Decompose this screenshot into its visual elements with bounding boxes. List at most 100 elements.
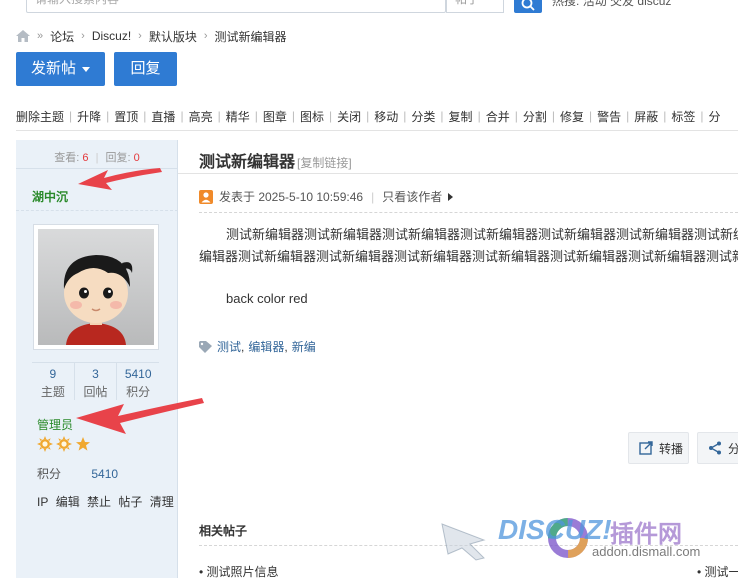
mod-stamp[interactable]: 图章 <box>263 108 287 125</box>
tag-link[interactable]: 测试 <box>217 338 241 355</box>
divider <box>178 173 738 174</box>
related-thread-link[interactable]: • 测试照片信息 <box>199 563 279 578</box>
annotation-arrow-icon <box>78 168 162 190</box>
mod-separator: | <box>69 109 73 123</box>
mod-copy[interactable]: 复制 <box>449 108 473 125</box>
search-bar: 请输入搜索内容 帖子 热搜: 活动 交友 discuz <box>0 0 738 14</box>
author-name[interactable]: 湖中沉 <box>32 188 68 205</box>
mod-separator: | <box>626 109 630 123</box>
search-icon <box>521 0 535 11</box>
hot-item[interactable]: 交友 <box>610 0 634 8</box>
admin-ip-link[interactable]: IP <box>37 495 48 509</box>
mod-merge[interactable]: 合并 <box>486 108 510 125</box>
mod-delete[interactable]: 删除主题 <box>16 108 64 125</box>
mod-repair[interactable]: 修复 <box>560 108 584 125</box>
share-label: 分 <box>728 441 738 456</box>
divider <box>16 210 178 211</box>
moderation-bar: 删除主题 | 升降 | 置顶 | 直播 | 高亮 | 精华 | 图章 | 图标 | 关闭 | 移动… <box>16 108 721 124</box>
mod-separator: | <box>254 109 258 123</box>
watermark-url: addon.dismall.com <box>592 544 701 559</box>
breadcrumb-separator: › <box>203 30 208 42</box>
repost-button[interactable]: 转播 <box>628 432 689 464</box>
avatar[interactable] <box>33 224 159 350</box>
mod-block[interactable]: 屏蔽 <box>634 108 658 125</box>
mod-separator: | <box>217 109 221 123</box>
admin-links: IP 编辑 禁止 帖子 清理 <box>37 493 178 510</box>
post-text-line: 编辑器测试新编辑器测试新编辑器测试新编辑器测试新编辑器测试新编辑器测试新编辑器测… <box>199 249 738 264</box>
hot-item[interactable]: 活动 <box>583 0 607 8</box>
repost-icon <box>639 441 653 455</box>
thread-title-text: 测试新编辑器 <box>199 154 296 171</box>
breadcrumb: » 论坛 › Discuz! › 默认版块 › 测试新编辑器 <box>16 27 287 45</box>
breadcrumb-item[interactable]: 论坛 <box>50 28 74 45</box>
new-post-label: 发新帖 <box>30 60 76 77</box>
mod-bump[interactable]: 升降 <box>77 108 101 125</box>
share-button[interactable]: 分 <box>697 432 738 464</box>
hot-searches: 热搜: 活动 交友 discuz <box>552 0 671 9</box>
user-icon <box>199 189 213 204</box>
points-label: 积分 <box>37 467 62 481</box>
mod-separator: | <box>700 109 704 123</box>
tag-link[interactable]: 新编 <box>292 338 316 355</box>
breadcrumb-item[interactable]: 测试新编辑器 <box>215 28 287 45</box>
mod-tags[interactable]: 标签 <box>671 108 695 125</box>
avatar-image <box>38 229 154 345</box>
mod-sticky[interactable]: 置顶 <box>114 108 138 125</box>
mod-close[interactable]: 关闭 <box>337 108 361 125</box>
breadcrumb-item[interactable]: 默认版块 <box>149 28 197 45</box>
divider <box>199 212 738 213</box>
points-value: 5410 <box>91 467 119 481</box>
count-value: 5410 <box>124 367 152 381</box>
repost-label: 转播 <box>659 441 684 456</box>
mod-separator: | <box>366 109 370 123</box>
count-threads[interactable]: 9 主题 <box>32 363 75 400</box>
mod-separator: | <box>514 109 518 123</box>
mod-digest[interactable]: 精华 <box>226 108 250 125</box>
user-group[interactable]: 管理员 <box>37 416 73 433</box>
mod-warn[interactable]: 警告 <box>597 108 621 125</box>
admin-edit-link[interactable]: 编辑 <box>56 495 80 509</box>
mod-category[interactable]: 分类 <box>411 108 435 125</box>
breadcrumb-item[interactable]: Discuz! <box>92 29 131 43</box>
search-button[interactable] <box>514 0 542 13</box>
home-icon[interactable] <box>16 30 30 42</box>
watermark-text: DISCUZ! <box>498 514 612 545</box>
mod-separator: | <box>143 109 147 123</box>
mod-separator: | <box>477 109 481 123</box>
new-post-button[interactable]: 发新帖 <box>16 52 105 86</box>
post-text-line: back color red <box>226 291 308 306</box>
author-only-link[interactable]: 只看该作者 <box>382 188 442 205</box>
admin-posts-link[interactable]: 帖子 <box>118 495 142 509</box>
hot-item[interactable]: discuz <box>637 0 671 8</box>
mod-highlight[interactable]: 高亮 <box>189 108 213 125</box>
count-label: 主题 <box>40 385 65 399</box>
sun-medal-icon <box>56 436 72 452</box>
mod-live[interactable]: 直播 <box>151 108 175 125</box>
admin-ban-link[interactable]: 禁止 <box>87 495 111 509</box>
post-tags: 测试, 编辑器, 新编 <box>199 338 316 355</box>
thread-title: 测试新编辑器 [复制链接] <box>199 148 352 172</box>
caret-right-icon <box>448 192 454 201</box>
posted-at: 发表于 2025-5-10 10:59:46 <box>219 190 364 204</box>
mod-more[interactable]: 分 <box>709 108 721 125</box>
reply-button[interactable]: 回复 <box>114 52 177 86</box>
mod-separator: | <box>106 109 110 123</box>
mod-icon[interactable]: 图标 <box>300 108 324 125</box>
mod-move[interactable]: 移动 <box>374 108 398 125</box>
tag-link[interactable]: 编辑器 <box>248 338 284 355</box>
mod-separator: | <box>291 109 295 123</box>
post-meta: 发表于 2025-5-10 10:59:46 | 只看该作者 <box>199 188 454 205</box>
copy-link-button[interactable]: [复制链接] <box>297 156 352 170</box>
rank-medals <box>37 436 91 452</box>
mod-split[interactable]: 分割 <box>523 108 547 125</box>
admin-clean-link[interactable]: 清理 <box>150 495 174 509</box>
count-value: 9 <box>49 367 57 381</box>
mod-separator: | <box>329 109 333 123</box>
search-type-select[interactable]: 帖子 <box>446 0 504 13</box>
annotation-arrow-icon <box>76 398 204 434</box>
hot-label: 热搜: <box>552 0 580 8</box>
post-content: 测试新编辑器测试新编辑器测试新编辑器测试新编辑器测试新编辑器测试新编辑器测试新编… <box>199 224 738 310</box>
search-input[interactable]: 请输入搜索内容 <box>26 0 446 13</box>
caret-down-icon <box>82 66 90 72</box>
related-threads-title: 相关帖子 <box>199 524 248 538</box>
